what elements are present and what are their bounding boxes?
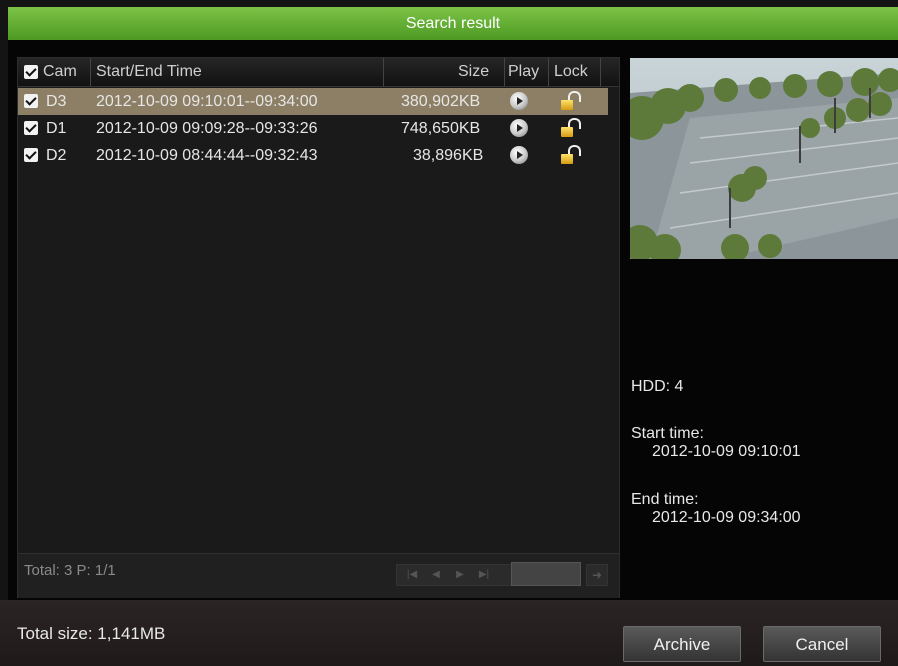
column-header-play[interactable]: Play: [508, 58, 539, 86]
time-cell: 2012-10-09 09:09:28--09:33:26: [96, 120, 318, 137]
last-page-icon[interactable]: ▶|: [477, 569, 491, 581]
hdd-label: HDD: 4: [631, 378, 684, 395]
play-icon[interactable]: [510, 92, 528, 110]
parking-lot-image: [630, 58, 898, 259]
list-footer: Total: 3 P: 1/1 |◀ ◀ ▶ ▶| ➜: [18, 553, 619, 598]
time-cell: 2012-10-09 09:10:01--09:34:00: [96, 93, 318, 110]
time-cell: 2012-10-09 08:44:44--09:32:43: [96, 147, 318, 164]
archive-button[interactable]: Archive: [623, 626, 741, 662]
table-row[interactable]: D2 2012-10-09 08:44:44--09:32:43 38,896K…: [18, 142, 608, 169]
end-time-label: End time:: [631, 491, 699, 508]
search-result-list: Cam Start/End Time Size Play Lock D3 201…: [17, 57, 620, 598]
pager-controls: |◀ ◀ ▶ ▶|: [396, 564, 518, 586]
video-preview: [630, 58, 898, 259]
start-time-label: Start time:: [631, 425, 704, 442]
size-cell: 748,650KB: [401, 120, 481, 137]
cam-cell: D1: [46, 120, 67, 137]
cam-cell: D2: [46, 147, 67, 164]
select-all-checkbox[interactable]: [24, 65, 38, 79]
column-header-cam[interactable]: Cam: [43, 58, 77, 86]
total-size-label: Total size: 1,141MB: [17, 624, 166, 643]
page-number-input[interactable]: [511, 562, 581, 586]
next-page-icon[interactable]: ▶: [453, 569, 467, 581]
row-checkbox[interactable]: [24, 121, 38, 135]
column-divider: [383, 58, 384, 86]
play-icon[interactable]: [510, 119, 528, 137]
row-checkbox[interactable]: [24, 94, 38, 108]
unlocked-icon[interactable]: [561, 118, 581, 138]
table-row[interactable]: D1 2012-10-09 09:09:28--09:33:26 748,650…: [18, 115, 608, 142]
unlocked-icon[interactable]: [561, 91, 581, 111]
size-cell: 38,896KB: [413, 147, 484, 164]
prev-page-icon[interactable]: ◀: [429, 569, 443, 581]
column-divider: [504, 58, 505, 86]
column-divider: [548, 58, 549, 86]
go-icon[interactable]: ➜: [586, 564, 608, 586]
bottom-bar: Total size: 1,141MB Archive Cancel: [0, 600, 898, 666]
total-count-label: Total: 3 P: 1/1: [24, 562, 116, 579]
row-checkbox[interactable]: [24, 148, 38, 162]
table-header: Cam Start/End Time Size Play Lock: [18, 58, 619, 87]
column-divider: [600, 58, 601, 86]
result-rows: D3 2012-10-09 09:10:01--09:34:00 380,902…: [18, 88, 608, 169]
table-row[interactable]: D3 2012-10-09 09:10:01--09:34:00 380,902…: [18, 88, 608, 115]
start-time-value: 2012-10-09 09:10:01: [652, 443, 801, 460]
end-time-value: 2012-10-09 09:34:00: [652, 509, 801, 526]
play-icon[interactable]: [510, 146, 528, 164]
window-title: Search result: [8, 7, 898, 40]
unlocked-icon[interactable]: [561, 145, 581, 165]
column-header-size[interactable]: Size: [458, 58, 489, 86]
cancel-button[interactable]: Cancel: [763, 626, 881, 662]
column-header-lock[interactable]: Lock: [554, 58, 588, 86]
size-cell: 380,902KB: [401, 93, 481, 110]
column-header-time[interactable]: Start/End Time: [96, 58, 202, 86]
column-divider: [90, 58, 91, 86]
first-page-icon[interactable]: |◀: [405, 569, 419, 581]
cam-cell: D3: [46, 93, 67, 110]
